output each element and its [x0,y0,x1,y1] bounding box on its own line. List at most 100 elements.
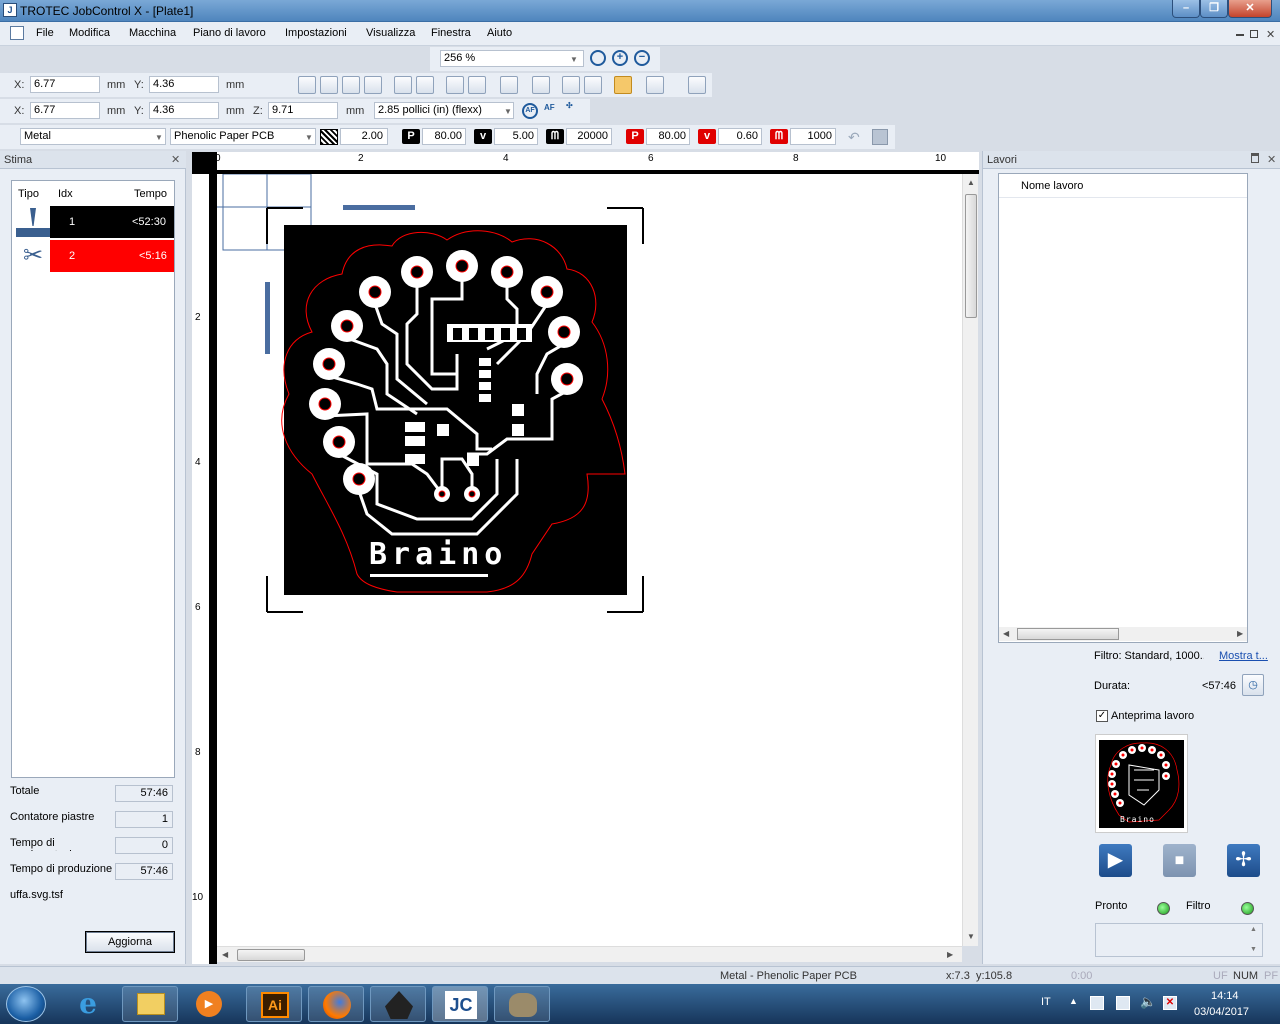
scroll-right-icon[interactable]: ▶ [947,950,953,959]
material-type-select[interactable]: Phenolic Paper PCB [170,128,316,145]
menu-aiuto[interactable]: Aiuto [487,27,512,39]
plate-canvas[interactable]: Braino [217,174,962,946]
zoom-icon[interactable] [590,50,606,66]
timer-icon[interactable]: ◷ [1242,674,1264,696]
new-icon[interactable] [298,76,316,94]
clock-date[interactable]: 03/04/2017 [1194,1006,1249,1018]
menu-modifica[interactable]: Modifica [69,27,110,39]
language-indicator[interactable]: IT [1041,996,1051,1008]
message-scroll-down-icon[interactable]: ▼ [1250,946,1257,953]
job-scroll-left-icon[interactable]: ◀ [1003,629,1009,638]
clock-time[interactable]: 14:14 [1211,990,1239,1002]
design-artwork[interactable] [217,174,962,946]
play-button[interactable]: ▶ [1099,844,1132,877]
y-field[interactable]: 4.36 [149,76,219,93]
action-center-icon[interactable]: ✕ [1163,996,1177,1010]
media-player-icon[interactable]: ▶ [196,991,222,1017]
power1-field[interactable]: 80.00 [422,128,466,145]
vertical-scrollbar[interactable]: ▲ ▼ [962,174,978,946]
job-scroll-thumb[interactable] [1017,628,1119,640]
stima-close-icon[interactable]: ✕ [171,153,180,166]
lens-select[interactable]: 2.85 pollici (in) (flexx) [374,102,514,119]
menu-finestra[interactable]: Finestra [431,27,471,39]
af-settings-icon[interactable]: AF [544,103,555,112]
material-group-select[interactable]: Metal [20,128,166,145]
autofocus-icon[interactable]: AF [522,103,538,119]
lens-dropdown-icon[interactable]: ▼ [504,107,512,116]
gear-icon[interactable] [646,76,664,94]
material-type-dropdown-icon[interactable]: ▼ [305,133,313,142]
firefox-taskbar-button[interactable] [308,986,364,1022]
maximize-button[interactable]: ❐ [1200,0,1228,18]
preview-eye-icon[interactable] [614,76,632,94]
scroll-left-icon[interactable]: ◀ [222,950,228,959]
frequency2-field[interactable]: 1000 [790,128,836,145]
scroll-up-icon[interactable]: ▲ [967,178,975,187]
inkscape-taskbar-button[interactable] [370,986,426,1022]
save-icon[interactable] [320,76,338,94]
lavori-close-icon[interactable]: ✕ [1267,153,1276,166]
start-button[interactable] [6,986,46,1022]
stop-button[interactable]: ■ [1163,844,1196,877]
minimize-button[interactable]: – [1172,0,1200,18]
horizontal-scrollbar[interactable]: ◀ ▶ [217,946,962,962]
device-icon[interactable] [1116,996,1130,1010]
gimp-taskbar-button[interactable] [494,986,550,1022]
tray-expand-icon[interactable]: ▲ [1069,996,1078,1006]
distribute-icon[interactable] [584,76,602,94]
z-field[interactable]: 9.71 [268,102,338,119]
group-icon[interactable] [468,76,486,94]
layers-icon[interactable] [532,76,550,94]
hatch-field[interactable]: 2.00 [340,128,388,145]
velocity2-field[interactable]: 0.60 [718,128,762,145]
undo-icon[interactable]: ↶ [848,129,860,146]
align-icon[interactable] [394,76,412,94]
velocity1-field[interactable]: 5.00 [494,128,538,145]
aggiorna-button[interactable]: Aggiorna [85,931,175,953]
x2-field[interactable]: 6.77 [30,102,100,119]
xyz-icon[interactable]: ✣ [566,101,573,110]
menu-visualizza[interactable]: Visualizza [366,27,415,39]
frequency1-field[interactable]: 20000 [566,128,612,145]
mostra-link[interactable]: Mostra t... [1219,650,1268,662]
pin-icon[interactable] [1251,153,1259,163]
mirror-icon[interactable] [446,76,464,94]
y2-field[interactable]: 4.36 [149,102,219,119]
anteprima-checkbox[interactable]: ✓ [1096,710,1108,722]
menu-file[interactable]: File [36,27,54,39]
explorer-taskbar-button[interactable] [122,986,178,1022]
zoom-select[interactable]: 256 % [440,50,584,67]
close-button[interactable]: ✕ [1228,0,1272,18]
volume-icon[interactable]: 🔈 [1140,994,1156,1010]
open-icon[interactable] [342,76,360,94]
export-icon[interactable] [500,76,518,94]
exhaust-fan-button[interactable]: ✢ [1227,844,1260,877]
table-row[interactable]: ✂ 2 <5:16 [16,240,174,272]
save-material-icon[interactable] [872,129,888,145]
network-icon[interactable] [1090,996,1104,1010]
illustrator-taskbar-button[interactable]: Ai [246,986,302,1022]
menu-macchina[interactable]: Macchina [129,27,176,39]
zoom-in-icon[interactable]: + [612,50,628,66]
ie-icon[interactable]: e [66,988,110,1020]
zoom-dropdown-icon[interactable]: ▼ [570,55,578,64]
job-scroll-right-icon[interactable]: ▶ [1237,629,1243,638]
menu-piano-di-lavoro[interactable]: Piano di lavoro [193,27,266,39]
job-list[interactable]: Nome lavoro [998,173,1248,643]
zoom-out-icon[interactable]: − [634,50,650,66]
rotate-icon[interactable] [562,76,580,94]
jobcontrol-taskbar-button[interactable]: JC [432,986,488,1022]
material-group-dropdown-icon[interactable]: ▼ [155,133,163,142]
laser-icon[interactable] [688,76,706,94]
power2-field[interactable]: 80.00 [646,128,690,145]
scroll-down-icon[interactable]: ▼ [967,932,975,941]
mdi-minimize-icon[interactable] [1236,34,1244,36]
menu-impostazioni[interactable]: Impostazioni [285,27,347,39]
table-row[interactable]: 1 <52:30 [16,206,174,238]
scroll-thumb-v[interactable] [965,194,977,318]
print-icon[interactable] [364,76,382,94]
message-scroll-up-icon[interactable]: ▲ [1250,926,1257,933]
mdi-close-icon[interactable]: ✕ [1266,28,1275,41]
job-list-hscroll[interactable]: ◀ ▶ [999,627,1247,641]
position-icon[interactable] [416,76,434,94]
